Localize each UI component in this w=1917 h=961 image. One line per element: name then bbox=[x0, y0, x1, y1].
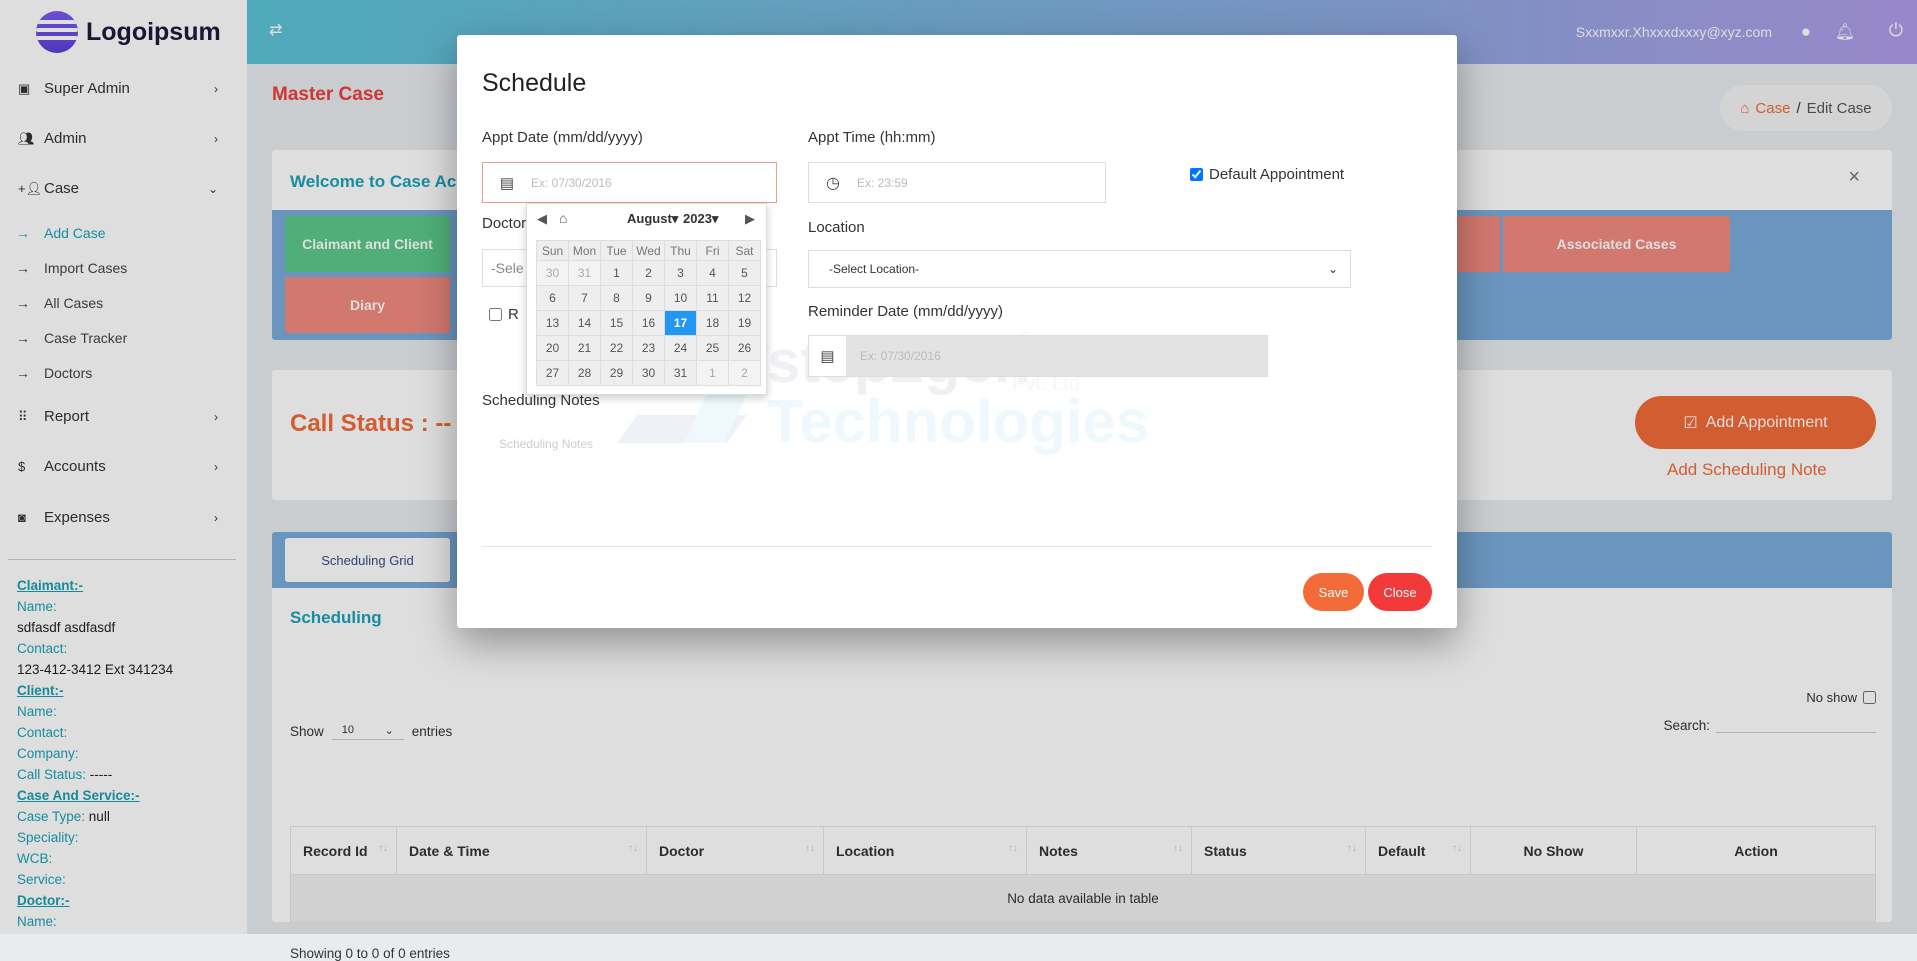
save-button[interactable]: Save bbox=[1303, 573, 1364, 611]
doctor-label: Doctor bbox=[482, 215, 527, 232]
default-appointment-checkbox[interactable] bbox=[1190, 168, 1203, 181]
modal-title: Schedule bbox=[482, 69, 587, 97]
calendar-day[interactable]: 12 bbox=[728, 285, 761, 311]
reminder-checkbox[interactable] bbox=[489, 308, 502, 321]
calendar-day[interactable]: 6 bbox=[536, 285, 569, 311]
calendar-day[interactable]: 31 bbox=[664, 360, 697, 386]
next-month-icon[interactable]: ▶ bbox=[745, 211, 755, 227]
calendar-day[interactable]: 16 bbox=[632, 310, 665, 336]
calendar-day[interactable]: 2 bbox=[632, 260, 665, 286]
calendar-icon: ▤ bbox=[820, 348, 835, 365]
calendar-day[interactable]: 30 bbox=[536, 260, 569, 286]
location-label: Location bbox=[808, 219, 865, 236]
calendar-day[interactable]: 22 bbox=[600, 335, 633, 361]
weekday-header: Wed bbox=[632, 240, 665, 261]
calendar-day[interactable]: 24 bbox=[664, 335, 697, 361]
notes-textarea[interactable]: Scheduling Notes bbox=[482, 425, 812, 525]
calendar-day[interactable]: 15 bbox=[600, 310, 633, 336]
modal-divider bbox=[482, 546, 1432, 547]
close-button[interactable]: Close bbox=[1368, 573, 1432, 611]
appt-date-label: Appt Date (mm/dd/yyyy) bbox=[482, 129, 643, 146]
schedule-modal: Schedule step2gen Technologies Pvt. Ltd … bbox=[457, 35, 1457, 628]
calendar-day[interactable]: 20 bbox=[536, 335, 569, 361]
calendar-day[interactable]: 25 bbox=[696, 335, 729, 361]
reminder-date-label: Reminder Date (mm/dd/yyyy) bbox=[808, 303, 1004, 320]
year-select[interactable]: 2023▾ bbox=[683, 211, 718, 227]
calendar-day[interactable]: 18 bbox=[696, 310, 729, 336]
calendar-day[interactable]: 7 bbox=[568, 285, 601, 311]
calendar-day[interactable]: 14 bbox=[568, 310, 601, 336]
appt-time-input[interactable]: ◷ Ex: 23:59 bbox=[808, 162, 1106, 203]
calendar-day[interactable]: 17 bbox=[664, 310, 697, 336]
calendar-day[interactable]: 1 bbox=[600, 260, 633, 286]
month-select[interactable]: August▾ bbox=[627, 211, 678, 227]
calendar-day[interactable]: 4 bbox=[696, 260, 729, 286]
calendar-day[interactable]: 10 bbox=[664, 285, 697, 311]
calendar-day[interactable]: 3 bbox=[664, 260, 697, 286]
prev-month-icon[interactable]: ◀ bbox=[537, 211, 547, 227]
calendar-grid: Sun Mon Tue Wed Thu Fri Sat 30 31 1 2 3 4 5 6 7 8 9 10 11 12… bbox=[536, 240, 761, 386]
calendar-day[interactable]: 11 bbox=[696, 285, 729, 311]
calendar-day[interactable]: 9 bbox=[632, 285, 665, 311]
default-appointment[interactable]: Default Appointment bbox=[1190, 166, 1344, 183]
weekday-header: Sun bbox=[536, 240, 569, 261]
chevron-down-icon: ⌄ bbox=[1327, 262, 1338, 276]
calendar-day[interactable]: 27 bbox=[536, 360, 569, 386]
table-info: Showing 0 to 0 of 0 entries bbox=[290, 946, 450, 961]
calendar-day[interactable]: 30 bbox=[632, 360, 665, 386]
weekday-header: Mon bbox=[568, 240, 601, 261]
calendar-day[interactable]: 19 bbox=[728, 310, 761, 336]
datepicker: ◀ ⌂ August▾ 2023▾ ▶ Sun Mon Tue Wed Thu Fri Sa… bbox=[526, 203, 767, 395]
calendar-day[interactable]: 1 bbox=[696, 360, 729, 386]
reminder-date-input[interactable]: ▤ Ex: 07/30/2016 bbox=[808, 335, 1268, 377]
weekday-header: Fri bbox=[696, 240, 729, 261]
calendar-icon: ▤ bbox=[499, 174, 515, 192]
appt-time-label: Appt Time (hh:mm) bbox=[808, 129, 936, 146]
weekday-header: Thu bbox=[664, 240, 697, 261]
calendar-day[interactable]: 29 bbox=[600, 360, 633, 386]
home-icon[interactable]: ⌂ bbox=[559, 210, 567, 226]
calendar-day[interactable]: 31 bbox=[568, 260, 601, 286]
clock-icon: ◷ bbox=[826, 174, 840, 192]
appt-date-input[interactable]: ▤ Ex: 07/30/2016 bbox=[482, 162, 777, 203]
calendar-day[interactable]: 8 bbox=[600, 285, 633, 311]
calendar-day[interactable]: 13 bbox=[536, 310, 569, 336]
calendar-day[interactable]: 26 bbox=[728, 335, 761, 361]
calendar-day[interactable]: 28 bbox=[568, 360, 601, 386]
calendar-day[interactable]: 2 bbox=[728, 360, 761, 386]
calendar-day[interactable]: 21 bbox=[568, 335, 601, 361]
weekday-header: Sat bbox=[728, 240, 761, 261]
calendar-day[interactable]: 5 bbox=[728, 260, 761, 286]
weekday-header: Tue bbox=[600, 240, 633, 261]
calendar-day[interactable]: 23 bbox=[632, 335, 665, 361]
location-select[interactable]: -Select Location- ⌄ bbox=[808, 250, 1351, 288]
reminder-toggle[interactable]: R bbox=[489, 306, 519, 323]
